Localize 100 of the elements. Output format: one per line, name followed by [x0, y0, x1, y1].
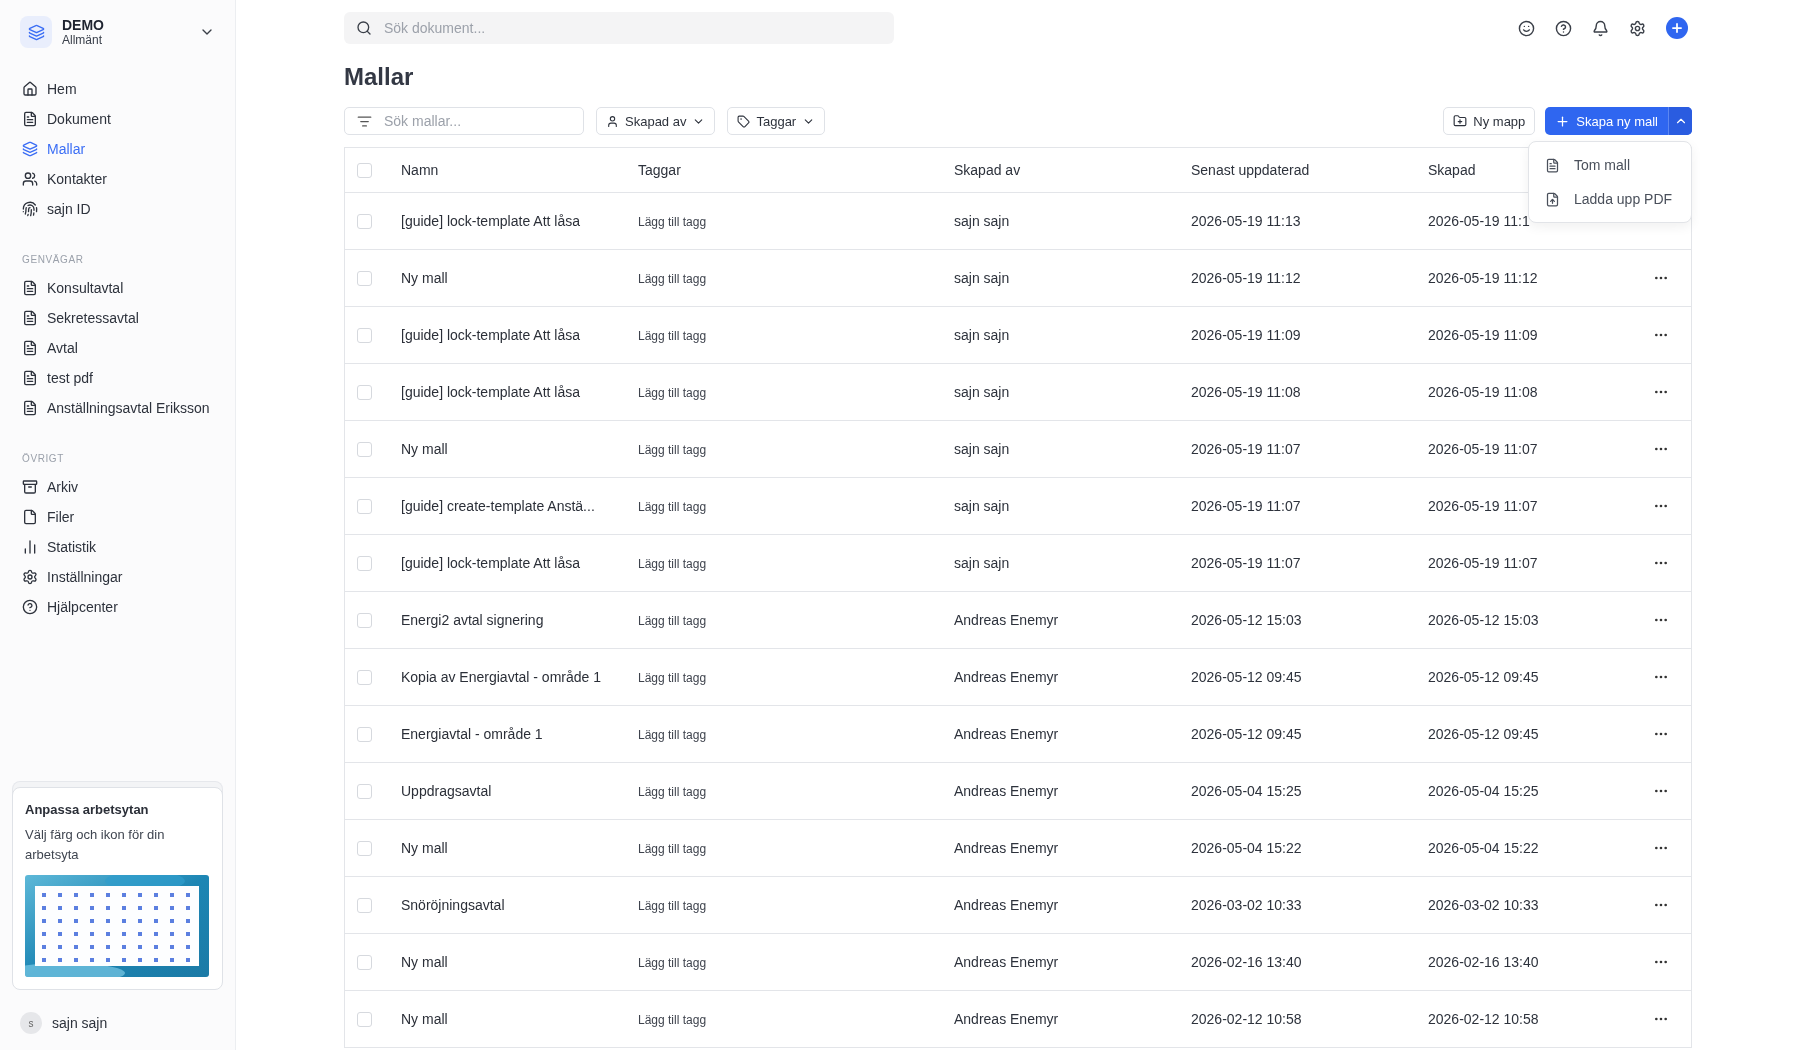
row-checkbox[interactable] — [357, 897, 372, 913]
table-cell-text: Andreas Enemyr — [954, 669, 1060, 685]
template-search-field[interactable]: Sök mallar... — [344, 107, 584, 135]
add-tag-link[interactable]: Lägg till tagg — [638, 386, 707, 400]
document-icon — [22, 310, 38, 326]
row-checkbox[interactable] — [357, 954, 372, 970]
row-checkbox[interactable] — [357, 726, 372, 742]
template-name[interactable]: Ny mall — [401, 441, 638, 457]
add-tag-link[interactable]: Lägg till tagg — [638, 1013, 707, 1027]
nav-item[interactable]: Inställningar — [12, 562, 223, 592]
filter-button[interactable]: Taggar — [727, 107, 826, 135]
row-checkbox[interactable] — [357, 384, 372, 400]
shortcut-item[interactable]: Konsultavtal — [12, 273, 223, 303]
template-name[interactable]: Snöröjningsavtal — [401, 897, 638, 913]
shortcut-item[interactable]: test pdf — [12, 363, 223, 393]
template-name[interactable]: [guide] lock-template Att låsa — [401, 555, 638, 571]
add-tag-link[interactable]: Lägg till tagg — [638, 671, 707, 685]
table-cell-text: 2026-02-12 10:58 — [1428, 1011, 1540, 1027]
notifications-icon[interactable] — [1592, 19, 1609, 37]
add-tag-link[interactable]: Lägg till tagg — [638, 785, 707, 799]
table-cell-text: 2026-05-12 09:45 — [1191, 669, 1303, 685]
table-cell-text: Andreas Enemyr — [954, 954, 1060, 970]
row-checkbox[interactable] — [357, 441, 372, 457]
table-cell-text: 2026-05-19 11:07 — [1428, 555, 1539, 571]
template-name[interactable]: Ny mall — [401, 1011, 638, 1027]
add-tag-link[interactable]: Lägg till tagg — [638, 956, 707, 970]
column-header[interactable]: Taggar — [638, 162, 954, 178]
promo-text: Välj färg och ikon för din arbetsyta — [25, 826, 166, 864]
template-name[interactable]: Ny mall — [401, 270, 638, 286]
add-tag-link[interactable]: Lägg till tagg — [638, 842, 707, 856]
column-header[interactable]: Namn — [401, 162, 638, 178]
template-name[interactable]: Ny mall — [401, 840, 638, 856]
add-button[interactable] — [1666, 17, 1688, 39]
table-cell-text: 2026-02-16 13:40 — [1191, 954, 1303, 970]
nav-item[interactable]: Mallar — [12, 134, 223, 164]
add-tag-link[interactable]: Lägg till tagg — [638, 329, 707, 343]
menu-item[interactable]: Ladda upp PDF — [1535, 182, 1685, 216]
home-icon — [22, 81, 38, 97]
template-name[interactable]: Uppdragsavtal — [401, 783, 638, 799]
shortcut-item[interactable]: Sekretessavtal — [12, 303, 223, 333]
template-name[interactable]: [guide] lock-template Att låsa — [401, 213, 638, 229]
help-icon[interactable] — [1555, 19, 1572, 37]
column-header[interactable]: Skapad av — [954, 162, 1191, 178]
template-name[interactable]: [guide] lock-template Att låsa — [401, 327, 638, 343]
row-checkbox[interactable] — [357, 783, 372, 799]
template-name[interactable]: Ny mall — [401, 954, 638, 970]
search-input[interactable]: Sök dokument... — [382, 19, 882, 37]
template-name[interactable]: Kopia av Energiavtal - område 1 — [401, 669, 638, 685]
template-name[interactable]: [guide] lock-template Att låsa — [401, 384, 638, 400]
document-icon — [22, 111, 38, 127]
row-checkbox[interactable] — [357, 1011, 372, 1027]
nav-item[interactable]: sajn ID — [12, 194, 223, 224]
workspace-name: DEMO — [62, 17, 105, 33]
row-checkbox[interactable] — [357, 213, 372, 229]
nav-item[interactable]: Hjälpcenter — [12, 592, 223, 622]
select-all-checkbox[interactable] — [357, 162, 372, 178]
menu-item[interactable]: Tom mall — [1535, 148, 1685, 182]
nav-item[interactable]: Filer — [12, 502, 223, 532]
add-tag-link[interactable]: Lägg till tagg — [638, 728, 707, 742]
dropdown-toggle[interactable] — [1668, 107, 1692, 135]
template-name[interactable]: [guide] create-template Anstä... — [401, 498, 638, 514]
shortcut-item[interactable]: Anställningsavtal Eriksson — [12, 393, 223, 423]
nav-item[interactable]: Hem — [12, 74, 223, 104]
nav-item[interactable]: Kontakter — [12, 164, 223, 194]
add-tag-link[interactable]: Lägg till tagg — [638, 899, 707, 913]
row-checkbox[interactable] — [357, 669, 372, 685]
row-checkbox[interactable] — [357, 555, 372, 571]
table-cell-text: 2026-05-04 15:22 — [1428, 840, 1540, 856]
add-tag-link[interactable]: Lägg till tagg — [638, 215, 707, 229]
nav-item[interactable]: Statistik — [12, 532, 223, 562]
add-tag-link[interactable]: Lägg till tagg — [638, 443, 707, 457]
row-checkbox[interactable] — [357, 498, 372, 514]
folder-plus-icon — [1453, 114, 1468, 128]
nav-item[interactable]: Dokument — [12, 104, 223, 134]
document-icon — [22, 340, 38, 356]
table-cell-text: Andreas Enemyr — [954, 1011, 1060, 1027]
add-tag-link[interactable]: Lägg till tagg — [638, 557, 707, 571]
add-tag-link[interactable]: Lägg till tagg — [638, 614, 707, 628]
new-folder-button[interactable]: Ny mapp — [1443, 107, 1536, 135]
template-search-input[interactable]: Sök mallar... — [382, 112, 571, 130]
nav-item[interactable]: Arkiv — [12, 472, 223, 502]
table-cell-text: 2026-05-19 11:07 — [1428, 498, 1539, 514]
shortcut-item[interactable]: Avtal — [12, 333, 223, 363]
filter-button[interactable]: Skapad av — [596, 107, 716, 135]
table-cell-text: 2026-05-12 15:03 — [1191, 612, 1303, 628]
settings-icon[interactable] — [1629, 19, 1646, 37]
smiley-icon[interactable] — [1518, 19, 1535, 37]
row-checkbox[interactable] — [357, 840, 372, 856]
row-checkbox[interactable] — [357, 327, 372, 343]
add-tag-link[interactable]: Lägg till tagg — [638, 272, 707, 286]
table-cell-text: Andreas Enemyr — [954, 783, 1060, 799]
add-tag-link[interactable]: Lägg till tagg — [638, 500, 707, 514]
table-cell-text: 2026-05-19 11:12 — [1191, 270, 1302, 286]
row-checkbox[interactable] — [357, 612, 372, 628]
column-header[interactable]: Senast uppdaterad — [1191, 162, 1428, 178]
search-field[interactable]: Sök dokument... — [344, 12, 894, 44]
document-icon — [22, 400, 38, 416]
template-name[interactable]: Energi2 avtal signering — [401, 612, 638, 628]
template-name[interactable]: Energiavtal - område 1 — [401, 726, 638, 742]
row-checkbox[interactable] — [357, 270, 372, 286]
